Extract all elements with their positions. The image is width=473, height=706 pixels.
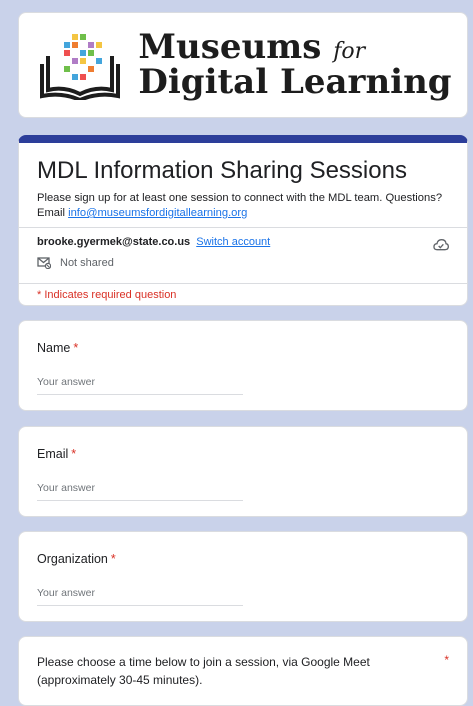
logo-wordmark: Museums for Digital Learning <box>138 30 451 99</box>
form-header-card: MDL Information Sharing Sessions Please … <box>18 135 468 306</box>
name-input[interactable]: Your answer <box>37 376 243 395</box>
question-label: Organization * <box>37 552 116 566</box>
not-shared-label: Not shared <box>60 257 114 269</box>
email-link[interactable]: info@museumsfordigitallearning.org <box>68 207 247 219</box>
question-label: Name * <box>37 341 78 355</box>
account-email: brooke.gyermek@state.co.us <box>37 236 191 248</box>
logo-for: for <box>333 39 366 65</box>
question-email-label: Email <box>37 447 69 461</box>
question-label: Email * <box>37 447 76 461</box>
cloud-icon <box>433 237 450 253</box>
email-input[interactable]: Your answer <box>37 482 243 501</box>
required-asterisk: * <box>73 341 79 355</box>
question-organization-label: Organization <box>37 552 108 566</box>
required-note: * Indicates required question <box>37 289 177 301</box>
logo-line2: Digital Learning <box>138 62 452 102</box>
question-name-label: Name <box>37 341 71 355</box>
required-asterisk: * <box>71 447 77 461</box>
header-divider-2 <box>19 283 467 284</box>
question-email-card: Email * Your answer <box>18 426 468 517</box>
switch-account-link[interactable]: Switch account <box>196 236 270 248</box>
header-divider <box>19 227 467 228</box>
question-session-card: Please choose a time below to join a ses… <box>18 636 468 706</box>
form-title: MDL Information Sharing Sessions <box>37 157 407 184</box>
banner-card: Museums for Digital Learning <box>18 12 468 118</box>
not-shared-status: Not shared <box>37 257 114 269</box>
organization-input[interactable]: Your answer <box>37 587 243 606</box>
required-asterisk: * <box>110 552 116 566</box>
question-name-card: Name * Your answer <box>18 320 468 411</box>
required-asterisk: * <box>444 653 449 667</box>
question-session-label: Please choose a time below to join a ses… <box>37 655 370 687</box>
not-shared-icon <box>37 257 51 269</box>
question-organization-card: Organization * Your answer <box>18 531 468 622</box>
logo-book-icon <box>34 30 126 103</box>
account-info: brooke.gyermek@state.co.us Switch accoun… <box>37 236 270 248</box>
form-description: Please sign up for at least one session … <box>37 191 451 221</box>
